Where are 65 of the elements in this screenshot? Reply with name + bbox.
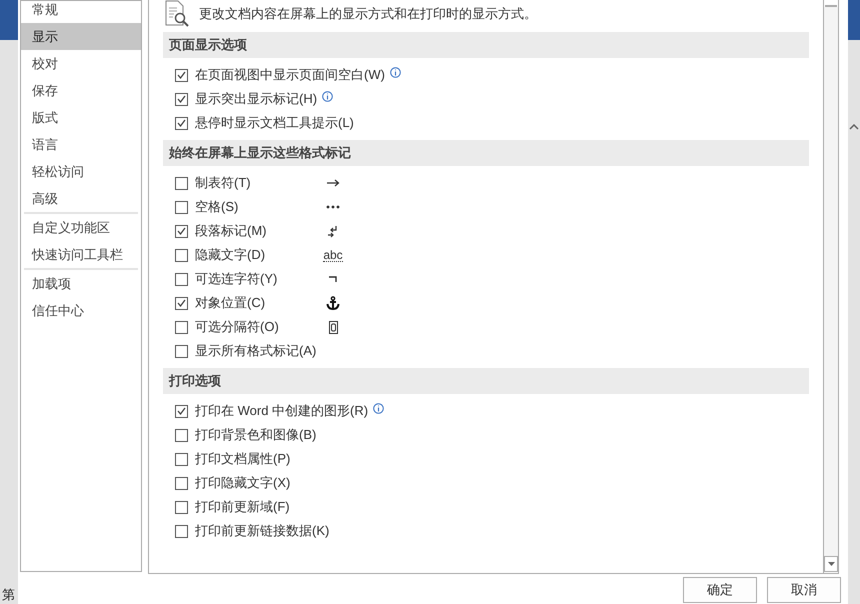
checkbox[interactable] bbox=[175, 248, 188, 262]
check-icon bbox=[177, 71, 186, 79]
sidebar-item[interactable]: 加载项 bbox=[21, 270, 141, 297]
checkbox[interactable] bbox=[175, 452, 188, 466]
check-icon bbox=[177, 407, 186, 415]
dialog-button[interactable]: 取消 bbox=[767, 577, 841, 603]
section-header: 打印选项 bbox=[163, 368, 809, 394]
caret-down-icon bbox=[828, 562, 834, 566]
check-icon bbox=[177, 95, 186, 103]
option-label: 显示突出显示标记(H) bbox=[195, 90, 318, 108]
option-label: 打印隐藏文字(X) bbox=[195, 474, 290, 492]
check-icon bbox=[177, 299, 186, 307]
caret-up-icon bbox=[849, 124, 859, 130]
sidebar-item[interactable]: 版式 bbox=[21, 104, 141, 131]
hidden-text-sample: abc bbox=[323, 248, 343, 262]
option-label: 制表符(T) bbox=[195, 174, 251, 192]
option-label: 对象位置(C) bbox=[195, 294, 266, 312]
sidebar-item[interactable]: 显示 bbox=[21, 23, 141, 50]
option-label: 空格(S) bbox=[195, 198, 238, 216]
option-label: 在页面视图中显示页面间空白(W) bbox=[195, 66, 385, 84]
checkbox[interactable] bbox=[175, 200, 188, 214]
checkbox[interactable] bbox=[175, 344, 188, 358]
option-label: 显示所有格式标记(A) bbox=[195, 342, 316, 360]
dialog-button[interactable]: 确定 bbox=[683, 577, 757, 603]
checkbox[interactable] bbox=[175, 404, 188, 418]
section-header: 页面显示选项 bbox=[163, 32, 809, 58]
sidebar-item[interactable]: 保存 bbox=[21, 77, 141, 104]
option-label: 段落标记(M) bbox=[195, 222, 266, 240]
option-label: 悬停时显示文档工具提示(L) bbox=[195, 114, 354, 132]
checkbox[interactable] bbox=[175, 176, 188, 190]
checkbox[interactable] bbox=[175, 320, 188, 334]
option-label: 可选连字符(Y) bbox=[195, 270, 278, 288]
sidebar-item[interactable]: 语言 bbox=[21, 131, 141, 158]
sidebar-item[interactable]: 信任中心 bbox=[21, 297, 141, 324]
checkbox[interactable] bbox=[175, 92, 188, 106]
option-label: 隐藏文字(D) bbox=[195, 246, 266, 264]
checkbox[interactable] bbox=[175, 116, 188, 130]
option-label: 可选分隔符(O) bbox=[195, 318, 279, 336]
sidebar-item[interactable]: 自定义功能区 bbox=[21, 214, 141, 241]
window-title-bar bbox=[0, 0, 18, 40]
sidebar-item[interactable]: 校对 bbox=[21, 50, 141, 77]
scrollbar[interactable] bbox=[823, 0, 838, 573]
sidebar-item[interactable]: 常规 bbox=[21, 1, 141, 23]
checkbox[interactable] bbox=[175, 500, 188, 514]
check-icon bbox=[177, 119, 186, 127]
section-header: 始终在屏幕上显示这些格式标记 bbox=[163, 140, 809, 166]
option-label: 打印前更新链接数据(K) bbox=[195, 522, 330, 540]
checkbox[interactable] bbox=[175, 68, 188, 82]
checkbox[interactable] bbox=[175, 524, 188, 538]
option-label: 打印背景色和图像(B) bbox=[195, 426, 316, 444]
option-label: 打印在 Word 中创建的图形(R) bbox=[195, 402, 368, 420]
sidebar-item[interactable]: 轻松访问 bbox=[21, 158, 141, 185]
checkbox[interactable] bbox=[175, 428, 188, 442]
option-label: 打印前更新域(F) bbox=[195, 498, 290, 516]
checkbox[interactable] bbox=[175, 476, 188, 490]
sidebar-item[interactable]: 快速访问工具栏 bbox=[21, 241, 141, 268]
checkbox[interactable] bbox=[175, 272, 188, 286]
check-icon bbox=[177, 227, 186, 235]
checkbox[interactable] bbox=[175, 296, 188, 310]
window-title-bar bbox=[848, 0, 860, 40]
header-description: 更改文档内容在屏幕上的显示方式和在打印时的显示方式。 bbox=[199, 5, 537, 23]
document-text: 第 bbox=[1, 586, 16, 604]
option-label: 打印文档属性(P) bbox=[195, 450, 290, 468]
sidebar-item[interactable]: 高级 bbox=[21, 185, 141, 212]
checkbox[interactable] bbox=[175, 224, 188, 238]
